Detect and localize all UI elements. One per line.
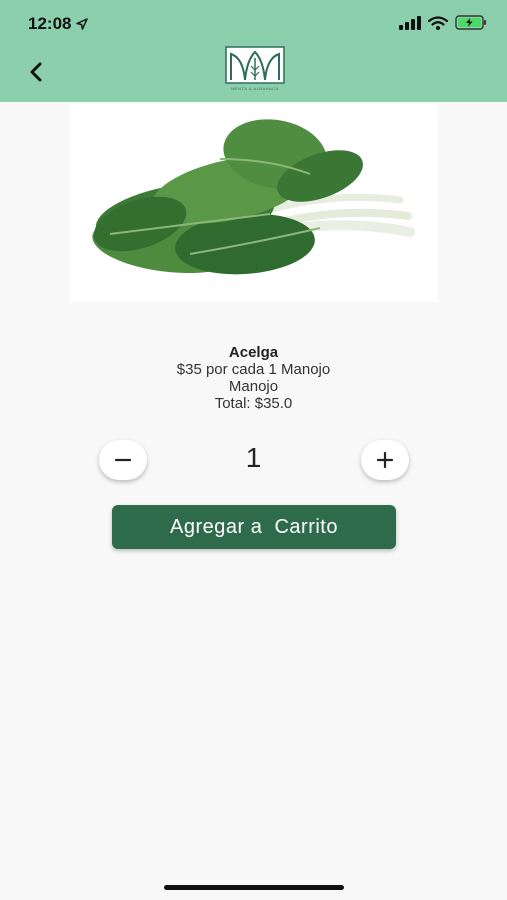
add-to-cart-button[interactable]: Agregar a Carrito <box>112 505 396 549</box>
back-button[interactable] <box>20 56 52 88</box>
chevron-left-icon <box>30 62 42 82</box>
logo-text: MENTA & ALBAHACA <box>231 86 279 91</box>
battery-charging-icon <box>455 15 486 30</box>
wifi-icon <box>428 15 448 30</box>
status-time: 12:08 <box>28 14 89 34</box>
location-arrow-icon <box>76 18 89 30</box>
quantity-value: 1 <box>245 442 262 473</box>
chard-leaves-image <box>92 119 415 275</box>
status-icons <box>399 15 487 30</box>
increment-button[interactable] <box>361 440 409 480</box>
status-time-text: 12:08 <box>28 14 72 33</box>
signal-icon <box>399 15 421 30</box>
app-header: 12:08 MENTA & ALBAHACA <box>0 0 507 102</box>
product-price: $35 por cada 1 Manojo <box>176 361 331 378</box>
home-indicator[interactable] <box>164 885 344 890</box>
product-total: Total: $35.0 <box>214 395 293 412</box>
plus-icon <box>376 451 394 469</box>
quantity-stepper: 1 <box>0 438 507 482</box>
logo-mark-icon <box>225 46 285 84</box>
product-name: Acelga <box>228 344 279 361</box>
product-unit: Manojo <box>228 378 279 395</box>
brand-logo: MENTA & ALBAHACA <box>224 46 286 98</box>
product-info: Acelga $35 por cada 1 Manojo Manojo Tota… <box>0 344 507 412</box>
product-image <box>70 104 438 302</box>
